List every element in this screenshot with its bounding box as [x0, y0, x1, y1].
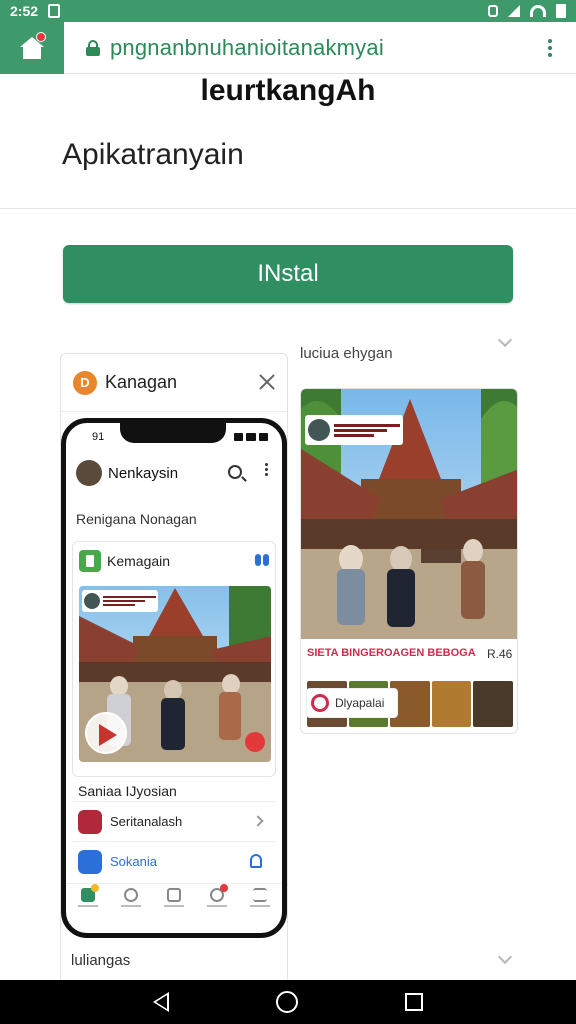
recents-icon[interactable]	[404, 993, 423, 1011]
chat-icon	[210, 883, 229, 902]
thumbnail[interactable]	[431, 681, 472, 727]
tab-home[interactable]	[73, 883, 103, 924]
menu-row-2[interactable]: Sokania	[72, 841, 276, 881]
chevron-right-icon	[252, 815, 264, 827]
profile-name: Nenkaysin	[108, 464, 179, 482]
status-time: 2:52	[10, 3, 39, 19]
feed-caption: Saniaa IJyosian	[78, 783, 177, 799]
screenshot-caption: luciua ehygan	[300, 345, 393, 362]
preview-footer-label: luliangas	[71, 952, 131, 969]
menu-row-1[interactable]: Seritanalash	[72, 801, 276, 841]
photo-profile-tag	[305, 415, 403, 445]
screenshot-card[interactable]: SIETA BINGEROAGEN BEBOGA R.46 Dlyapalai	[300, 388, 518, 734]
market-photo	[301, 389, 517, 639]
page-title: leurtkangAh	[200, 74, 376, 107]
heart-icon[interactable]	[245, 732, 265, 752]
price-caption: SIETA BINGEROAGEN BEBOGA	[307, 647, 476, 659]
browser-menu-icon[interactable]	[548, 38, 552, 57]
system-nav-bar	[0, 980, 576, 1024]
preview-title: Kanagan	[105, 372, 178, 392]
thumbnail[interactable]	[473, 681, 513, 727]
preview-header: D Kanagan	[61, 354, 287, 412]
phone-mockup: 91 Nenkaysin Renigana Nonagan Kemagain S…	[61, 418, 287, 938]
search-icon[interactable]	[228, 465, 242, 479]
phone-time: 91	[92, 431, 105, 443]
tab-menu[interactable]	[245, 887, 275, 924]
menu-icon	[253, 887, 268, 902]
tab-chat[interactable]	[202, 883, 232, 924]
avatar[interactable]	[76, 460, 102, 486]
chevron-down-icon[interactable]	[497, 332, 513, 348]
app-logo: D	[73, 370, 97, 395]
home-button[interactable]	[0, 21, 64, 74]
app-preview-card: D Kanagan 91 Nenkaysin Renigana Nonagan …	[60, 353, 288, 983]
price-value: R.46	[487, 647, 513, 661]
play-icon[interactable]	[85, 712, 127, 754]
store-badge-label: Dlyapalai	[335, 696, 385, 710]
lock-icon	[86, 39, 100, 56]
wifi-icon	[530, 5, 546, 17]
feed-card-header: Kemagain	[73, 542, 275, 580]
notification-icon	[48, 4, 61, 18]
phone-tab-bar	[66, 883, 282, 933]
circle-icon	[311, 694, 329, 712]
bell-icon[interactable]	[250, 854, 262, 868]
home-icon	[80, 883, 99, 902]
p-icon	[78, 849, 102, 874]
list-icon	[166, 887, 181, 902]
chevron-down-icon[interactable]	[497, 949, 513, 965]
shop-icon	[78, 809, 102, 834]
avatar	[84, 593, 100, 609]
feed-photo[interactable]	[79, 586, 271, 762]
photo-profile-tag	[82, 590, 158, 612]
signal-icon	[508, 5, 520, 17]
page-subtitle: Apikatranyain	[62, 138, 244, 171]
avatar	[308, 419, 330, 441]
bookmark-icon[interactable]	[255, 554, 269, 566]
url-field[interactable]: pngnanbnuhanioitanakmyai	[110, 35, 530, 61]
screen: 2:52 pngnanbnuhanioitanakmyai leurtkangA…	[0, 0, 576, 1024]
install-button[interactable]: INstal	[63, 245, 513, 303]
divider	[0, 208, 576, 209]
notification-badge	[36, 31, 46, 42]
menu-row-label: Seritanalash	[110, 814, 183, 829]
phone-profile-header: Nenkaysin	[66, 455, 282, 491]
status-bar: 2:52	[0, 0, 576, 22]
home-circle-icon[interactable]	[275, 991, 298, 1013]
phone-notch	[120, 423, 226, 443]
feed-card-title: Kemagain	[107, 553, 171, 569]
back-icon[interactable]	[153, 992, 170, 1012]
menu-row-label: Sokania	[110, 854, 157, 869]
section-title: Renigana Nonagan	[76, 511, 197, 527]
battery-icon	[556, 4, 566, 18]
feed-card[interactable]: Kemagain	[72, 541, 276, 777]
compass-icon	[123, 887, 138, 902]
tab-explore[interactable]	[116, 887, 146, 924]
tab-list[interactable]	[159, 887, 189, 924]
vibrate-icon	[488, 5, 498, 17]
more-icon[interactable]	[265, 463, 268, 476]
phone-status-icons	[234, 433, 268, 441]
status-icons	[488, 4, 566, 18]
browser-url-bar: pngnanbnuhanioitanakmyai	[0, 21, 576, 74]
app-icon	[79, 550, 101, 572]
store-badge[interactable]: Dlyapalai	[307, 689, 397, 717]
close-icon[interactable]	[259, 374, 275, 390]
